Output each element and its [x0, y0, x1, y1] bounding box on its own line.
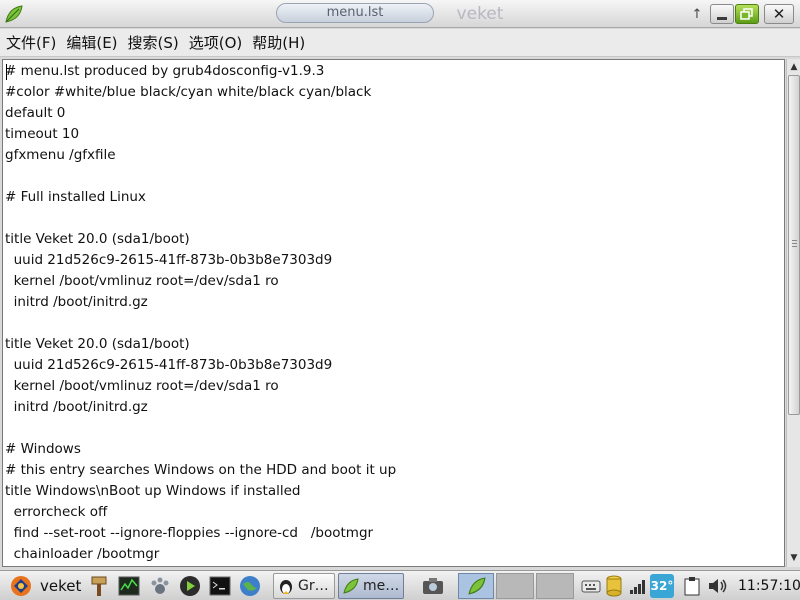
volume-icon[interactable]	[706, 574, 730, 598]
camera-icon[interactable]	[420, 574, 446, 598]
maximize-button[interactable]	[735, 4, 759, 24]
task-label: me…	[363, 578, 400, 594]
start-menu-button[interactable]	[6, 574, 36, 598]
thumb-grip	[792, 243, 797, 244]
temperature-badge[interactable]: 32°	[650, 574, 674, 598]
leaf-icon	[343, 578, 359, 594]
veket-logo-icon	[11, 576, 31, 596]
brush-icon[interactable]	[88, 574, 110, 598]
scroll-down-icon[interactable]: ▼	[787, 551, 800, 565]
vertical-scrollbar[interactable]: ▲ ▼	[786, 59, 800, 567]
keyboard-icon[interactable]	[580, 574, 602, 598]
clipboard-icon[interactable]	[682, 574, 702, 598]
scroll-up-icon[interactable]: ▲	[787, 60, 800, 74]
editor-line: # this entry searches Windows on the HDD…	[5, 462, 397, 478]
menu-help[interactable]: 帮助(H)	[252, 29, 305, 57]
menu-bar: 文件(F) 编辑(E) 搜索(S) 选项(O) 帮助(H)	[0, 29, 800, 57]
system-monitor-icon[interactable]	[117, 574, 141, 598]
thumb-grip	[792, 240, 797, 241]
editor-line: initrd /boot/initrd.gz	[5, 399, 148, 415]
document-tab[interactable]: menu.lst	[276, 3, 434, 23]
restore-icon	[740, 8, 753, 20]
menu-options[interactable]: 选项(O)	[189, 29, 243, 57]
editor-line: initrd /boot/initrd.gz	[5, 294, 148, 310]
task-button-grub[interactable]: Gr…	[273, 573, 335, 599]
pin-icon[interactable]: ↑	[688, 4, 706, 24]
tux-icon	[280, 580, 292, 594]
minimize-icon	[717, 16, 727, 20]
menu-file[interactable]: 文件(F)	[6, 29, 56, 57]
thumb-grip	[792, 246, 797, 247]
editor-line: default 0	[5, 105, 66, 121]
paw-icon[interactable]	[148, 574, 172, 598]
editor-line: # Windows	[5, 441, 81, 457]
network-signal-icon[interactable]	[628, 574, 648, 598]
editor-line: find --set-root --ignore-floppies --igno…	[5, 525, 374, 541]
editor-line: title Veket 20.0 (sda1/boot)	[5, 336, 190, 352]
menu-search[interactable]: 搜索(S)	[128, 29, 179, 57]
task-button-editor[interactable]: me…	[338, 573, 404, 599]
leaf-icon	[468, 577, 486, 595]
editor-line: title Windows\nBoot up Windows if instal…	[5, 483, 301, 499]
workspace-3[interactable]	[536, 573, 574, 599]
editor-line: title Veket 20.0 (sda1/boot)	[5, 231, 190, 247]
text-editor[interactable]: # menu.lst produced by grub4dosconfig-v1…	[2, 59, 785, 567]
task-label: Gr…	[298, 578, 329, 594]
close-icon: ✕	[772, 5, 786, 23]
terminal-icon[interactable]	[208, 574, 232, 598]
leaf-app-icon	[4, 4, 24, 24]
editor-line: uuid 21d526c9-2615-41ff-873b-0b3b8e7303d…	[5, 357, 333, 373]
editor-line: uuid 21d526c9-2615-41ff-873b-0b3b8e7303d…	[5, 252, 333, 268]
editor-line: timeout 10	[5, 126, 80, 142]
editor-line: #color #white/blue black/cyan white/blac…	[5, 84, 372, 100]
editor-line: errorcheck off	[5, 504, 108, 520]
menu-edit[interactable]: 编辑(E)	[66, 29, 117, 57]
browser-globe-icon[interactable]	[238, 574, 262, 598]
editor-line: # menu.lst produced by grub4dosconfig-v1…	[5, 63, 325, 79]
scroll-thumb[interactable]	[788, 75, 800, 415]
window-title: veket	[456, 4, 504, 24]
media-play-icon[interactable]	[178, 574, 202, 598]
workspace-1[interactable]	[458, 573, 494, 599]
clock[interactable]: 11:57:10	[738, 574, 800, 598]
editor-line: kernel /boot/vmlinuz root=/dev/sda1 ro	[5, 378, 279, 394]
close-button[interactable]: ✕	[764, 4, 794, 24]
storage-drive-icon[interactable]	[604, 574, 624, 598]
start-menu-label[interactable]: veket	[40, 574, 81, 598]
editor-line: gfxmenu /gfxfile	[5, 147, 116, 163]
window-titlebar[interactable]: menu.lst veket ↑ ✕	[0, 0, 800, 28]
workspace-2[interactable]	[496, 573, 534, 599]
taskbar: veket Gr… me… 32° 11:57:10	[0, 570, 800, 600]
minimize-button[interactable]	[710, 4, 734, 24]
editor-line: chainloader /bootmgr	[5, 546, 160, 562]
editor-line: # Full installed Linux	[5, 189, 146, 205]
editor-line: kernel /boot/vmlinuz root=/dev/sda1 ro	[5, 273, 279, 289]
